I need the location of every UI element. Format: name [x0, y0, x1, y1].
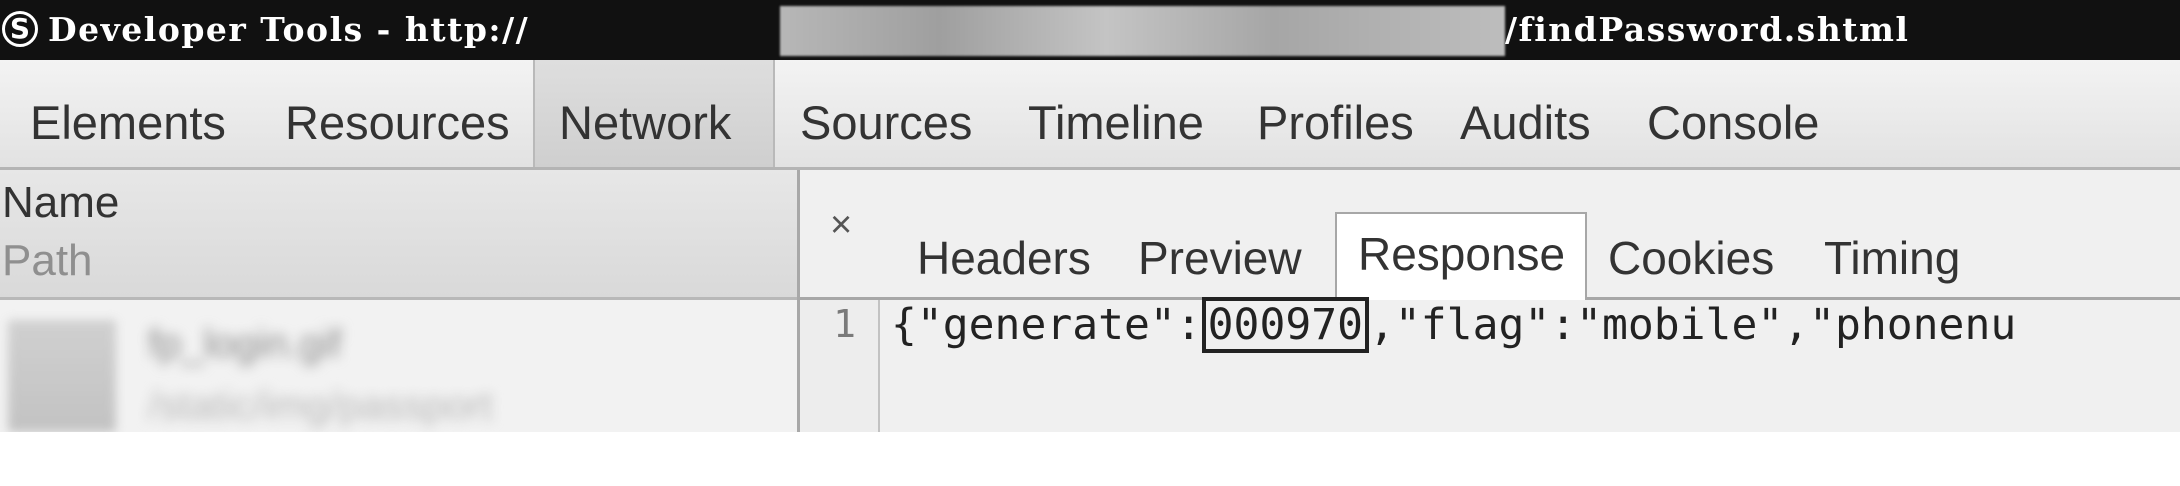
close-icon[interactable]: × — [830, 206, 852, 244]
tab-network[interactable]: Network — [533, 60, 775, 167]
detail-tab-bar: × Headers Preview Response Cookies Timin… — [800, 170, 2180, 300]
tab-sources[interactable]: Sources — [800, 60, 972, 167]
request-list-header: Name Path — [0, 170, 797, 300]
tab-elements[interactable]: Elements — [30, 60, 226, 167]
path-column-subheader: Path — [2, 236, 93, 285]
tab-timing[interactable]: Timing — [1824, 218, 1960, 300]
tab-cookies[interactable]: Cookies — [1608, 218, 1774, 300]
name-column-header[interactable]: Name — [2, 178, 119, 228]
tab-profiles[interactable]: Profiles — [1257, 60, 1414, 167]
tab-audits[interactable]: Audits — [1460, 60, 1591, 167]
line-number: 1 — [833, 302, 856, 346]
line-number-gutter: 1 — [800, 300, 880, 432]
main-tab-bar: Elements Resources Network Sources Timel… — [0, 60, 2180, 170]
request-row-path: /static/img/passport — [148, 384, 493, 428]
response-suffix: ,"flag":"mobile","phonenu — [1369, 300, 2017, 350]
redacted-url-block — [780, 6, 1505, 56]
developer-tools-window: S Developer Tools - http:// /findPasswor… — [0, 0, 2180, 432]
window-title-bar: S Developer Tools - http:// /findPasswor… — [0, 0, 2180, 60]
response-code-line: {"generate": 000970 ,"flag":"mobile","phon… — [891, 296, 2016, 354]
tab-timeline[interactable]: Timeline — [1028, 60, 1204, 167]
request-row-name[interactable]: fp_login.gif — [148, 322, 341, 367]
app-logo-icon: S — [2, 11, 38, 47]
request-list-panel: Name Path fp_login.gif /static/img/passp… — [0, 170, 800, 432]
tab-console[interactable]: Console — [1647, 60, 1819, 167]
request-detail-panel: × Headers Preview Response Cookies Timin… — [800, 170, 2180, 432]
request-file-icon — [8, 320, 116, 432]
tab-headers[interactable]: Headers — [917, 218, 1091, 300]
window-title-suffix: /findPassword.shtml — [1505, 10, 1910, 49]
tab-response[interactable]: Response — [1335, 212, 1587, 300]
response-prefix: {"generate": — [891, 300, 1202, 350]
tab-preview[interactable]: Preview — [1138, 218, 1302, 300]
tab-resources[interactable]: Resources — [285, 60, 510, 167]
highlighted-generate-code: 000970 — [1201, 297, 1370, 353]
window-title-prefix: Developer Tools - http:// — [48, 10, 530, 49]
